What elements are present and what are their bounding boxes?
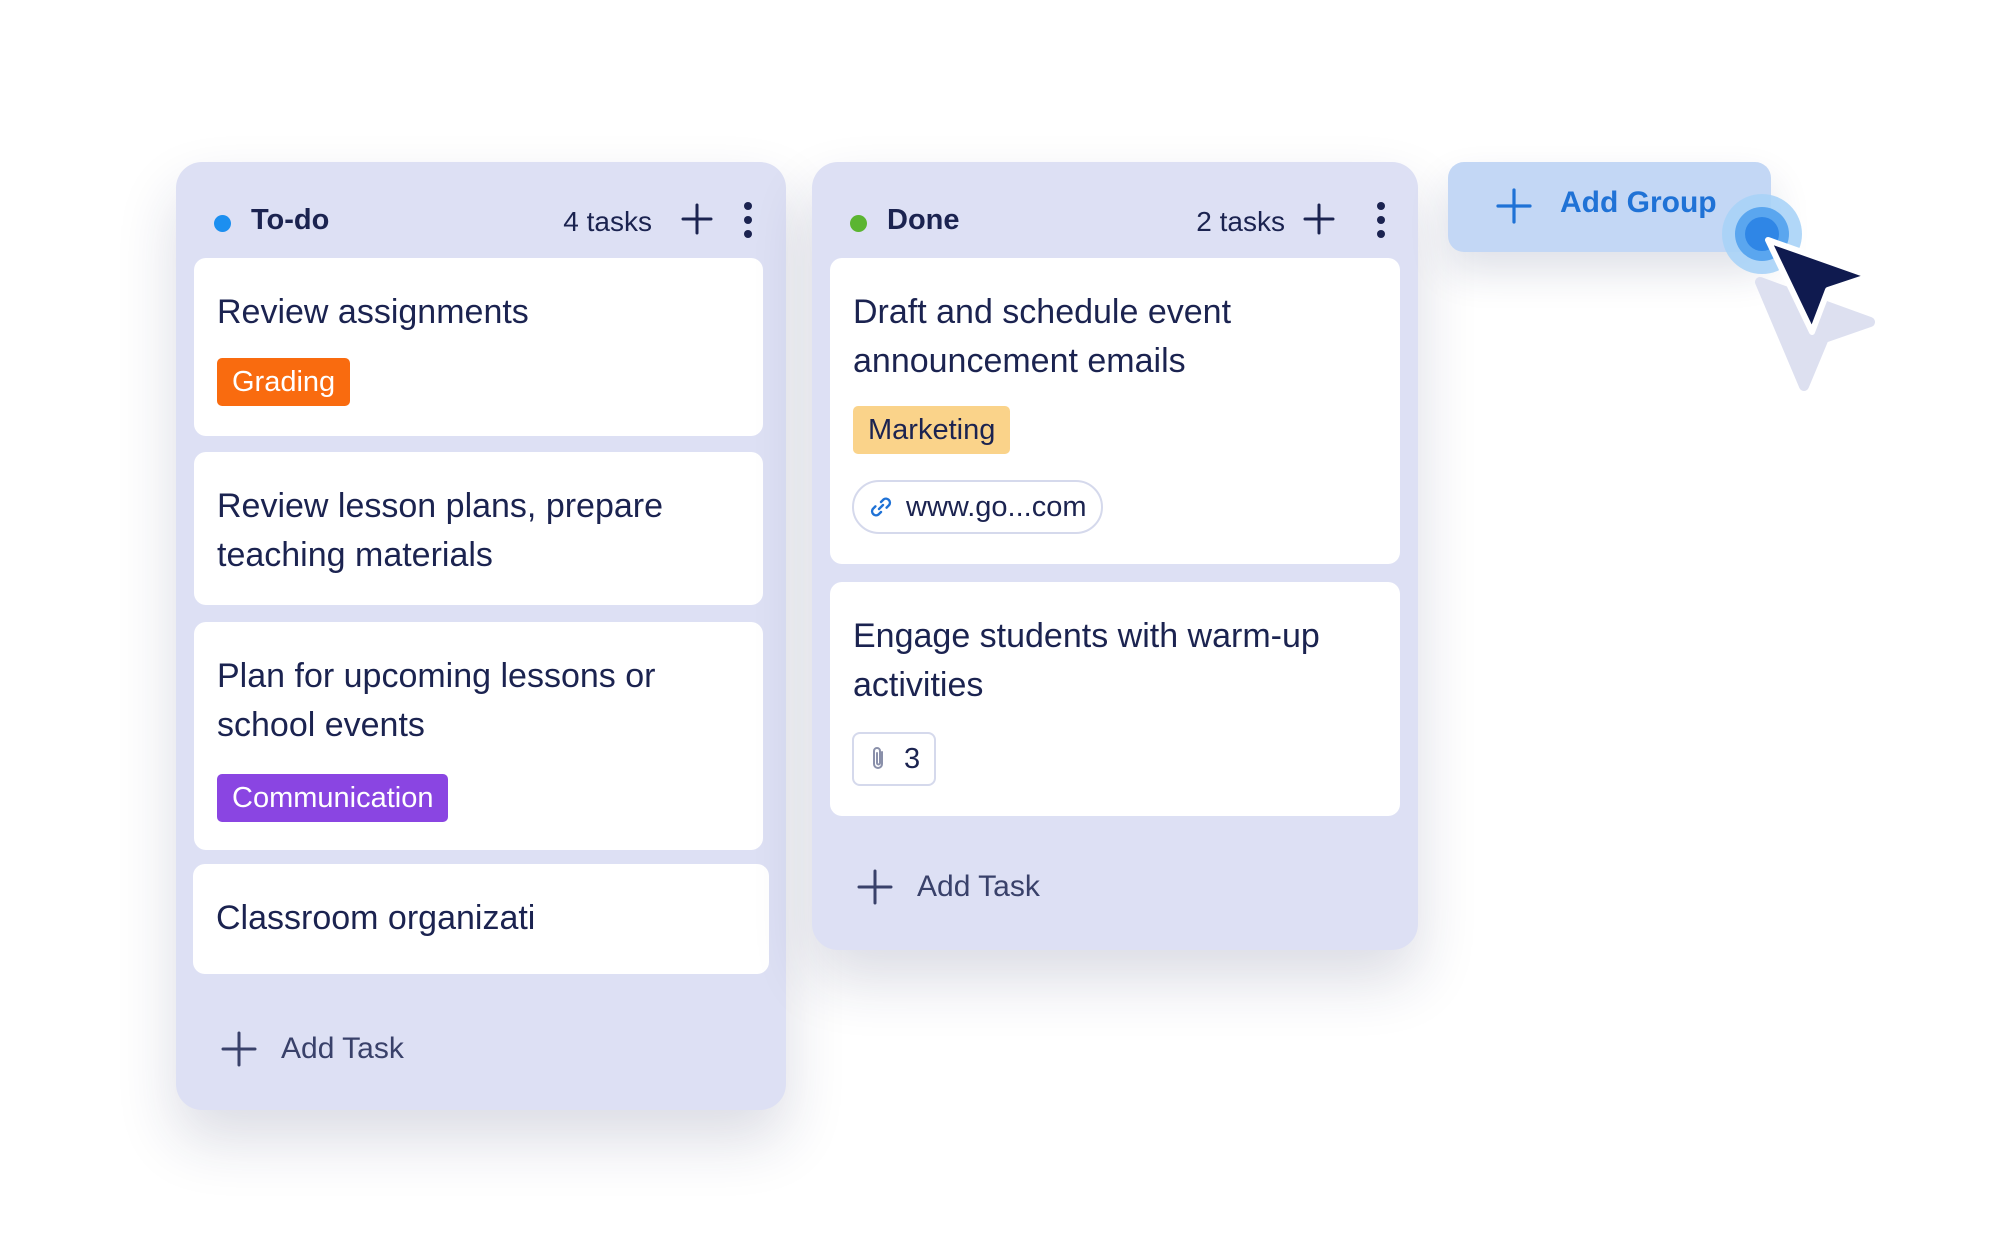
paperclip-icon	[873, 747, 883, 769]
attachment-count: 3	[904, 743, 921, 775]
column-done: Done 2 tasks Draft and schedule event an…	[812, 162, 1418, 950]
task-title: Plan for upcoming lessons or school even…	[217, 657, 656, 744]
task-title: Classroom organizati	[216, 899, 536, 937]
task-card[interactable]: Classroom organizati	[193, 864, 769, 974]
add-task-label: Add Task	[281, 1032, 404, 1065]
task-title: Engage students with warm-up activities	[853, 617, 1320, 704]
task-card[interactable]: Review assignments Grading	[194, 258, 763, 436]
plus-icon[interactable]	[680, 202, 714, 236]
column-title: Done	[887, 204, 960, 236]
attachment-count-chip[interactable]: 3	[852, 732, 936, 786]
column-header: Done 2 tasks	[812, 188, 1418, 258]
link-text: www.go...com	[906, 491, 1087, 523]
task-count: 2 tasks	[1196, 206, 1285, 237]
add-task-button[interactable]: Add Task	[220, 1024, 404, 1074]
tag-badge: Marketing	[853, 406, 1011, 454]
task-title: Review lesson plans, prepare teaching ma…	[217, 487, 664, 574]
link-chip[interactable]: www.go...com	[852, 480, 1103, 534]
link-icon	[870, 497, 892, 517]
kanban-board: To-do 4 tasks Review assignments Grading…	[0, 0, 2016, 1259]
task-card[interactable]: Review lesson plans, prepare teaching ma…	[194, 452, 763, 605]
mouse-pointer-icon	[1722, 194, 1875, 391]
task-card[interactable]: Engage students with warm-up activities …	[830, 582, 1400, 816]
add-group-label: Add Group	[1560, 186, 1717, 219]
kebab-menu-icon[interactable]	[1371, 200, 1391, 240]
task-card[interactable]: Plan for upcoming lessons or school even…	[194, 622, 763, 850]
add-task-button[interactable]: Add Task	[856, 862, 1040, 912]
add-task-label: Add Task	[917, 870, 1040, 903]
column-title: To-do	[251, 204, 330, 236]
column-header: To-do 4 tasks	[176, 188, 786, 258]
task-title: Draft and schedule event announcement em…	[853, 293, 1232, 380]
status-dot-icon	[214, 215, 231, 232]
plus-icon	[221, 1031, 257, 1067]
status-dot-icon	[850, 215, 867, 232]
plus-icon	[857, 869, 893, 905]
task-title: Review assignments	[217, 293, 529, 331]
task-count: 4 tasks	[563, 206, 652, 237]
task-card[interactable]: Draft and schedule event announcement em…	[830, 258, 1400, 564]
kebab-menu-icon[interactable]	[738, 200, 758, 240]
tag-badge: Grading	[217, 358, 351, 406]
tag-badge: Communication	[217, 774, 449, 822]
plus-icon	[1496, 188, 1532, 224]
plus-icon[interactable]	[1302, 202, 1336, 236]
column-todo: To-do 4 tasks Review assignments Grading…	[176, 162, 786, 1110]
